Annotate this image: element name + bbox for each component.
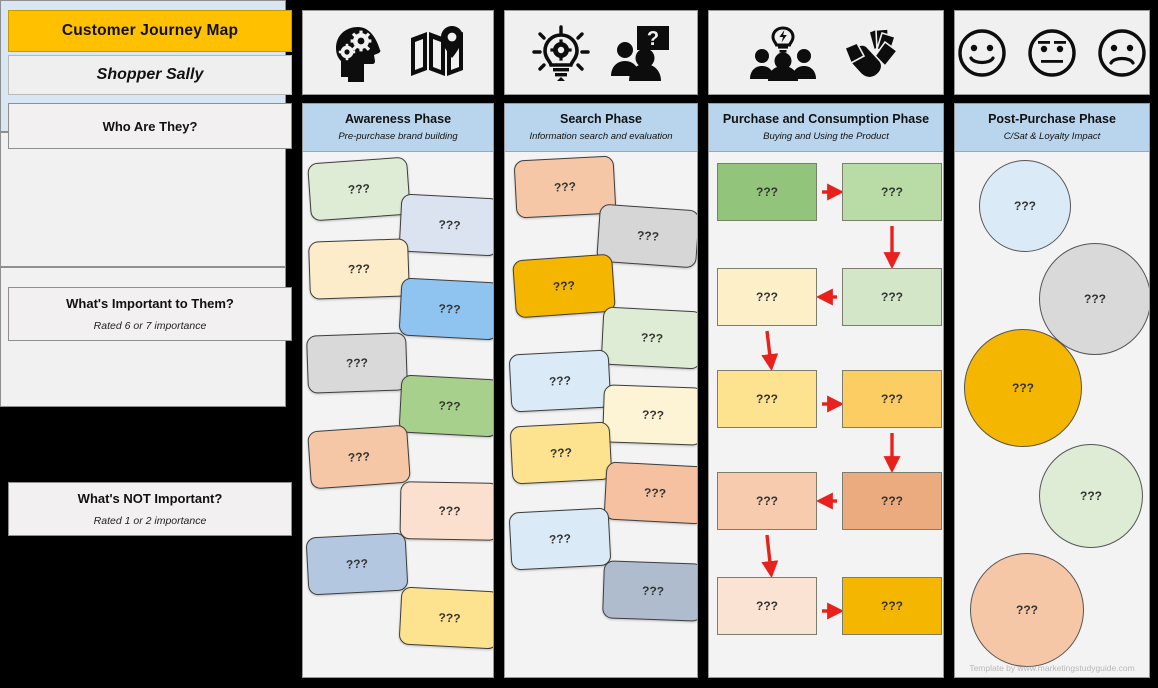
sticky-note[interactable]: ??? xyxy=(307,156,411,222)
icon-bar-awareness xyxy=(302,10,494,95)
sticky-note[interactable]: ??? xyxy=(512,253,616,319)
sticky-note[interactable]: ??? xyxy=(308,238,410,300)
section-heading-whats-important: What's Important to Them? Rated 6 or 7 i… xyxy=(8,287,292,341)
map-with-pin-icon xyxy=(407,24,469,82)
column-body-search: ?????????????????????????????? xyxy=(505,152,697,677)
column-header-awareness: Awareness Phase Pre-purchase brand build… xyxy=(303,104,493,152)
sticky-note[interactable]: ??? xyxy=(509,421,613,485)
flow-box[interactable]: ??? xyxy=(717,268,817,326)
persona-name-text: Shopper Sally xyxy=(96,66,204,83)
section-heading-text: What's Important to Them? xyxy=(66,296,234,311)
neutral-face-icon xyxy=(1026,27,1078,79)
sticky-note[interactable]: ??? xyxy=(398,374,493,438)
section-heading-text: What's NOT Important? xyxy=(77,491,223,506)
sticky-note[interactable]: ??? xyxy=(600,306,697,370)
map-title-banner: Customer Journey Map xyxy=(8,10,292,52)
lightbulb-with-gear-icon xyxy=(531,24,591,82)
journey-circle[interactable]: ??? xyxy=(970,553,1084,667)
happy-face-icon xyxy=(956,27,1008,79)
section-subheading-text: Rated 1 or 2 importance xyxy=(93,515,207,527)
sticky-note[interactable]: ??? xyxy=(603,461,697,525)
flow-box[interactable]: ??? xyxy=(717,163,817,221)
column-subtitle: Buying and Using the Product xyxy=(763,130,889,142)
column-purchase: Purchase and Consumption Phase Buying an… xyxy=(708,103,944,678)
sticky-note[interactable]: ??? xyxy=(399,481,493,541)
template-credit-footer: Template by www.marketingstudyguide.com xyxy=(969,663,1135,673)
column-body-postpurchase: ??????????????? xyxy=(955,152,1149,677)
group-idea-icon xyxy=(749,24,817,82)
icon-bar-purchase xyxy=(708,10,944,95)
column-title: Purchase and Consumption Phase xyxy=(722,111,930,126)
sticky-note[interactable]: ??? xyxy=(398,586,493,650)
map-title-text: Customer Journey Map xyxy=(61,22,239,39)
sticky-note[interactable]: ??? xyxy=(602,384,697,446)
flow-box[interactable]: ??? xyxy=(842,370,942,428)
column-header-purchase: Purchase and Consumption Phase Buying an… xyxy=(709,104,943,152)
column-body-awareness: ?????????????????????????????? xyxy=(303,152,493,677)
sad-face-icon xyxy=(1096,27,1148,79)
column-subtitle: Information search and evaluation xyxy=(529,130,673,142)
sticky-note[interactable]: ??? xyxy=(398,193,493,257)
svg-text:?: ? xyxy=(647,28,659,50)
column-subtitle: C/Sat & Loyalty Impact xyxy=(1003,130,1101,142)
column-header-search: Search Phase Information search and eval… xyxy=(505,104,697,152)
sticky-note[interactable]: ??? xyxy=(307,424,411,490)
column-title: Search Phase xyxy=(560,111,642,126)
flow-box[interactable]: ??? xyxy=(842,268,942,326)
column-title: Post-Purchase Phase xyxy=(988,111,1116,126)
journey-map-board: Customer Journey Map Shopper Sally Who A… xyxy=(0,0,1158,688)
flow-box[interactable]: ??? xyxy=(842,577,942,635)
icon-bar-search: ? xyxy=(504,10,698,95)
sticky-note[interactable]: ??? xyxy=(508,507,612,571)
persona-name-banner: Shopper Sally xyxy=(8,55,292,95)
column-search: Search Phase Information search and eval… xyxy=(504,103,698,678)
sticky-note[interactable]: ??? xyxy=(508,349,612,413)
flow-box[interactable]: ??? xyxy=(717,370,817,428)
flow-box[interactable]: ??? xyxy=(717,472,817,530)
column-awareness: Awareness Phase Pre-purchase brand build… xyxy=(302,103,494,678)
sticky-note[interactable]: ??? xyxy=(306,332,408,394)
column-subtitle: Pre-purchase brand building xyxy=(338,130,458,142)
column-postpurchase: Post-Purchase Phase C/Sat & Loyalty Impa… xyxy=(954,103,1150,678)
flow-box[interactable]: ??? xyxy=(842,472,942,530)
section-heading-who-are-they: Who Are They? xyxy=(8,103,292,149)
sticky-note[interactable]: ??? xyxy=(398,277,493,341)
section-heading-text: Who Are They? xyxy=(102,118,198,134)
journey-circle[interactable]: ??? xyxy=(1039,444,1143,548)
section-heading-whats-not-important: What's NOT Important? Rated 1 or 2 impor… xyxy=(8,482,292,536)
journey-circle[interactable]: ??? xyxy=(979,160,1071,252)
flow-box[interactable]: ??? xyxy=(717,577,817,635)
column-body-purchase: ?????????????????????????????? xyxy=(709,152,943,677)
whats-important-content-area[interactable] xyxy=(0,132,286,267)
head-with-gears-icon xyxy=(327,24,389,82)
flow-box[interactable]: ??? xyxy=(842,163,942,221)
sticky-note[interactable]: ??? xyxy=(602,560,697,622)
icon-bar-postpurchase xyxy=(954,10,1150,95)
column-header-postpurchase: Post-Purchase Phase C/Sat & Loyalty Impa… xyxy=(955,104,1149,152)
journey-circle[interactable]: ??? xyxy=(964,329,1082,447)
column-title: Awareness Phase xyxy=(344,111,452,126)
people-question-bubble-icon: ? xyxy=(609,24,671,82)
clapping-hands-icon xyxy=(835,24,903,82)
section-subheading-text: Rated 6 or 7 importance xyxy=(93,320,207,332)
sticky-note[interactable]: ??? xyxy=(305,532,409,596)
